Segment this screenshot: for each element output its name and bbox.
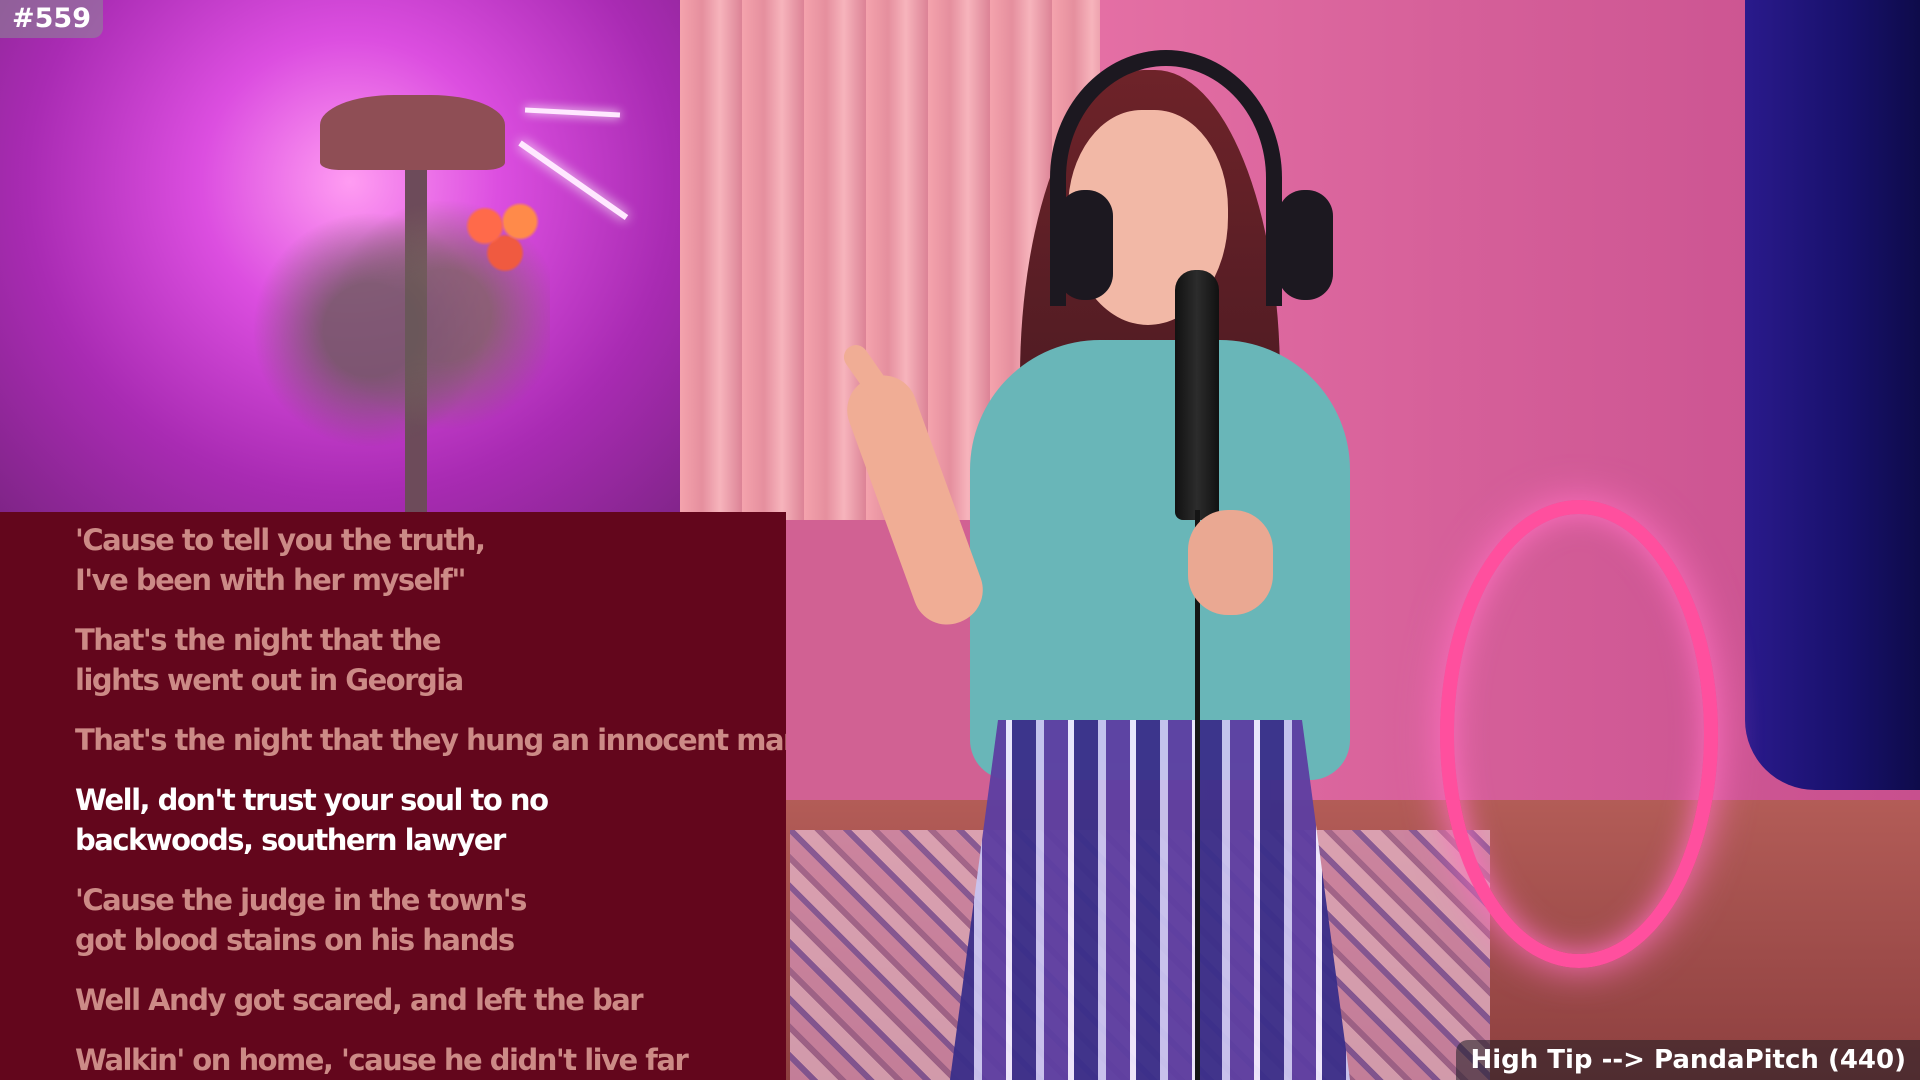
singer-shirt (970, 340, 1350, 780)
microphone-icon (1175, 270, 1219, 520)
headphone-cup (1058, 190, 1113, 300)
lyric-line: Well, don't trust your soul to no backwo… (75, 780, 775, 860)
orange-flowers (455, 190, 555, 280)
lyric-line: That's the night that they hung an innoc… (75, 720, 786, 760)
headphone-cup (1278, 190, 1333, 300)
lyric-line-text: backwoods, southern lawyer (75, 823, 506, 857)
lyric-line-text: 'Cause to tell you the truth, (75, 523, 486, 557)
lyric-line: 'Cause to tell you the truth, I've been … (75, 520, 775, 600)
lyric-line-text: Well, don't trust your soul to no (75, 783, 549, 817)
singer-hand (1188, 510, 1273, 615)
high-tip-banner: High Tip --> PandaPitch (440) (1456, 1040, 1920, 1080)
lyric-line: That's the night that the lights went ou… (75, 620, 775, 700)
lyric-line: 'Cause the judge in the town's got blood… (75, 880, 775, 960)
lyric-line: Well Andy got scared, and left the bar (75, 980, 775, 1020)
lyric-line-text: That's the night that they hung an innoc… (75, 723, 786, 757)
hanging-basket (320, 95, 505, 170)
lyric-line-text: got blood stains on his hands (75, 923, 515, 957)
dark-blue-curtain (1745, 0, 1920, 790)
plaid-flannel (950, 720, 1350, 1080)
hula-hoop (1440, 500, 1718, 968)
lyric-line: Walkin' on home, 'cause he didn't live f… (75, 1040, 775, 1080)
episode-number-tag: #559 (0, 0, 103, 38)
lyric-line-text: Walkin' on home, 'cause he didn't live f… (75, 1043, 689, 1077)
lyric-line-text: 'Cause the judge in the town's (75, 883, 527, 917)
lyric-line-text: I've been with her myself" (75, 563, 466, 597)
lyrics-panel: 'Cause to tell you the truth, I've been … (0, 512, 786, 1080)
lyric-line-text: lights went out in Georgia (75, 663, 464, 697)
singer (820, 40, 1440, 1080)
lyric-line-text: That's the night that the (75, 623, 442, 657)
lyric-line-text: Well Andy got scared, and left the bar (75, 983, 644, 1017)
